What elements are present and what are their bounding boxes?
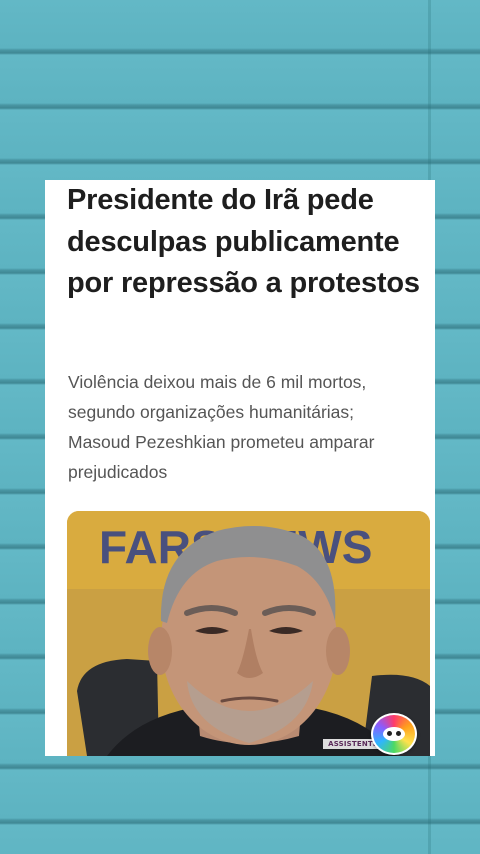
article-headline[interactable]: Presidente do Irã pede desculpas publica… [67,180,427,305]
badge-eye-left [387,731,392,736]
news-card[interactable]: Presidente do Irã pede desculpas publica… [45,180,435,756]
badge-face-icon [383,727,405,741]
assistant-watermark[interactable]: ASSISTENTE [323,709,423,755]
article-subtitle: Violência deixou mais de 6 mil mortos, s… [68,372,375,482]
assistant-badge-icon[interactable] [371,713,417,755]
badge-eye-right [396,731,401,736]
